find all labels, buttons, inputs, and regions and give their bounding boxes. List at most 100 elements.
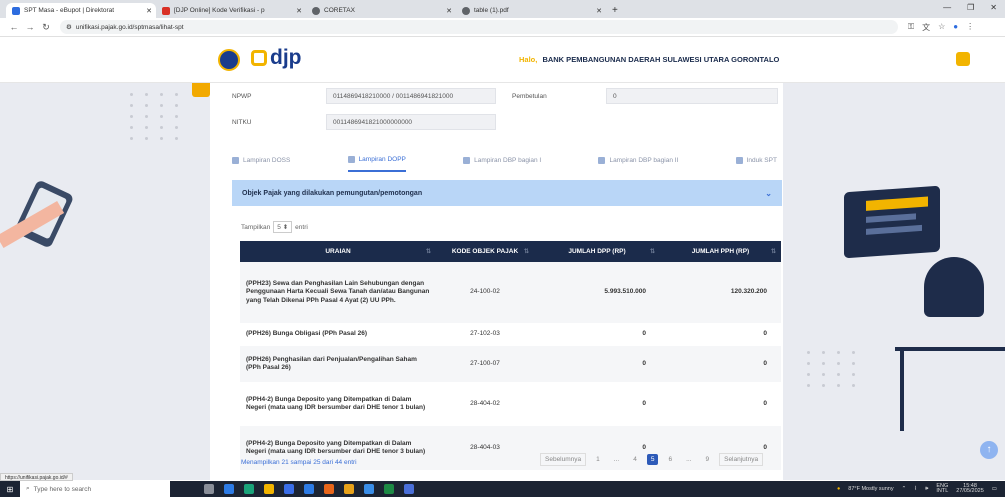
firefox-icon[interactable] (324, 484, 334, 494)
entries-per-page: Tampilkan 5 ⬍ entri (241, 221, 308, 233)
lang-subtext: INTL (936, 488, 949, 494)
language-indicator[interactable]: ENG INTL (936, 483, 949, 495)
tab-lampiran-dbp-2[interactable]: Lampiran DBP bagian II (598, 154, 678, 172)
user-name[interactable]: BANK PEMBANGUNAN DAERAH SULAWESI UTARA G… (542, 55, 779, 64)
close-icon[interactable]: ✕ (296, 7, 302, 15)
dots-decoration (807, 351, 859, 387)
prev-page-button[interactable]: Sebelumnya (540, 453, 587, 466)
clock[interactable]: 15:48 27/05/2025 (956, 483, 984, 495)
weather-icon: ● (836, 486, 841, 492)
app-icon[interactable] (224, 484, 234, 494)
browser-tab[interactable]: table (1).pdf ✕ (456, 3, 606, 18)
objek-pajak-accordion[interactable]: Objek Pajak yang dilakukan pemungutan/pe… (232, 180, 782, 206)
page: djp Halo, BANK PEMBANGUNAN DAERAH SULAWE… (0, 37, 1005, 480)
page-button[interactable]: 9 (701, 454, 713, 465)
task-view-icon[interactable] (204, 484, 214, 494)
date-text: 27/05/2025 (956, 488, 984, 494)
column-header-pph[interactable]: JUMLAH PPH (RP) ⇅ (660, 241, 781, 262)
back-icon[interactable]: ← (6, 22, 22, 32)
show-suffix: entri (295, 223, 308, 231)
close-icon[interactable]: ✕ (446, 7, 452, 15)
site-info-icon[interactable]: ⚙ (66, 23, 72, 31)
maximize-icon[interactable]: ❐ (967, 3, 974, 12)
weather-text[interactable]: 87°F Mostly sunny (848, 486, 893, 492)
user-icon[interactable] (956, 52, 970, 66)
sort-icon: ⇅ (649, 249, 655, 255)
cell-uraian: (PPH26) Penghasilan dari Penjualan/Penga… (240, 346, 436, 382)
close-icon[interactable]: ✕ (146, 7, 152, 15)
page-button[interactable]: 4 (629, 454, 641, 465)
volume-icon[interactable]: 🕪 (925, 486, 928, 493)
cell-kode: 28-404-03 (436, 426, 534, 470)
windows-start-icon[interactable]: ⊞ (0, 485, 20, 494)
pembetulan-label: Pembetulan (512, 93, 547, 100)
app-icon[interactable] (404, 484, 414, 494)
file-explorer-icon[interactable] (264, 484, 274, 494)
chevron-down-icon[interactable]: ⌄ (765, 189, 772, 198)
translate-icon[interactable]: 文 (922, 22, 930, 33)
tab-lampiran-doss[interactable]: Lampiran DOSS (232, 154, 290, 172)
tab-title: table (1).pdf (474, 7, 509, 14)
column-header-dpp[interactable]: JUMLAH DPP (RP) ⇅ (534, 241, 660, 262)
browser-tab[interactable]: CORETAX ✕ (306, 3, 456, 18)
app-icon[interactable] (304, 484, 314, 494)
cell-dpp: 0 (534, 346, 660, 382)
search-icon: ⌕ (26, 485, 30, 492)
tab-induk-spt[interactable]: Induk SPT (735, 154, 777, 172)
tab-label: Lampiran DBP bagian II (609, 156, 679, 164)
excel-icon[interactable] (384, 484, 394, 494)
page-button[interactable]: 6 (664, 454, 676, 465)
new-tab-button[interactable]: + (606, 3, 624, 18)
objek-pajak-table: URAIAN ⇅ KODE OBJEK PAJAK ⇅ JUMLAH DPP (RP… (240, 241, 781, 470)
minimize-icon[interactable]: — (943, 3, 951, 12)
toolbar-icons: ⚿ 文 ☆ ● ⋮ (908, 22, 974, 33)
browser-tab[interactable]: SPT Masa - eBupot | Direktorat ✕ (6, 3, 156, 18)
browser-tab[interactable]: [DJP Online] Kode Verifikasi - p ✕ (156, 3, 306, 18)
tab-lampiran-dopp[interactable]: Lampiran DOPP (347, 154, 406, 172)
bookmark-star-icon[interactable]: ☆ (938, 22, 945, 33)
chrome-icon[interactable] (344, 484, 354, 494)
address-bar-row: ← → ↻ ⚙ unifikasi.pajak.go.id/sptmasa/li… (0, 18, 1005, 37)
page-button[interactable]: 1 (592, 454, 604, 465)
column-header-kode[interactable]: KODE OBJEK PAJAK ⇅ (436, 241, 534, 262)
table-row: (PPH4-2) Bunga Deposito yang Ditempatkan… (240, 382, 781, 426)
tab-title: [DJP Online] Kode Verifikasi - p (174, 7, 265, 14)
store-icon[interactable] (284, 484, 294, 494)
nitku-label: NITKU (232, 119, 252, 126)
header-label: JUMLAH DPP (RP) (568, 248, 626, 255)
profile-icon[interactable]: ● (953, 22, 958, 33)
forward-icon[interactable]: → (22, 22, 38, 32)
next-page-button[interactable]: Selanjutnya (719, 453, 764, 466)
cell-uraian: (PPH23) Sewa dan Penghasilan Lain Sehubu… (240, 262, 436, 323)
side-toggle-button[interactable] (192, 83, 210, 97)
djp-logo-icon (251, 50, 267, 66)
globe-icon (462, 6, 470, 15)
pembetulan-field: 0 (606, 88, 778, 104)
password-key-icon[interactable]: ⚿ (908, 22, 914, 33)
dots-decoration (130, 93, 182, 140)
tray-chevron-icon[interactable]: ⌃ (902, 486, 907, 492)
tab-lampiran-dbp-1[interactable]: Lampiran DBP bagian I (463, 154, 541, 172)
section-title: Objek Pajak yang dilakukan pemungutan/pe… (242, 189, 423, 197)
table-row: (PPH26) Penghasilan dari Penjualan/Penga… (240, 346, 781, 382)
page-button-active[interactable]: 5 (646, 454, 659, 465)
reload-icon[interactable]: ↻ (38, 22, 54, 33)
monitor-illustration-icon (844, 185, 940, 259)
address-bar[interactable]: ⚙ unifikasi.pajak.go.id/sptmasa/lihat-sp… (60, 20, 898, 34)
edge-icon[interactable] (244, 484, 254, 494)
close-window-icon[interactable]: ✕ (990, 3, 997, 12)
back-to-top-button[interactable]: ↑ (980, 441, 998, 459)
menu-icon[interactable]: ⋮ (966, 22, 974, 33)
notification-icon[interactable]: ▭ (992, 486, 997, 492)
app-icon[interactable] (364, 484, 374, 494)
entries-select[interactable]: 5 ⬍ (273, 221, 293, 233)
lampiran-tabs: Lampiran DOSS Lampiran DOPP Lampiran DBP… (232, 154, 777, 172)
taskbar-search[interactable]: ⌕ Type here to search (20, 481, 170, 497)
network-icon[interactable]: ⌇ (914, 486, 917, 492)
cell-pph: 120.320.200 (660, 262, 781, 323)
document-icon (735, 156, 743, 164)
tab-label: Induk SPT (746, 156, 777, 164)
column-header-uraian[interactable]: URAIAN ⇅ (240, 241, 436, 262)
pagination: Sebelumnya 1 ... 4 5 6 ... 9 Selanjutnya (540, 453, 764, 466)
close-icon[interactable]: ✕ (596, 7, 602, 15)
